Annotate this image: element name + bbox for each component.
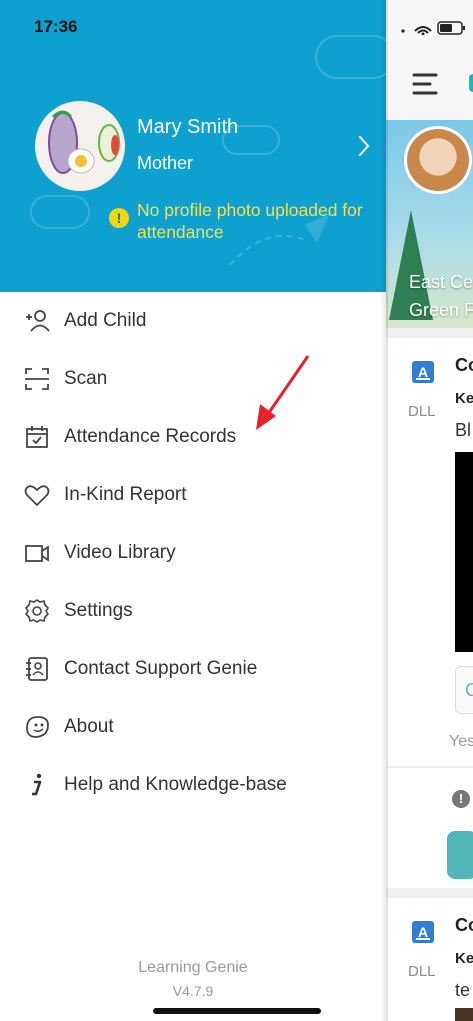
menu-item-video-library[interactable]: Video Library [0,524,386,582]
dll-tag: DLL [408,963,436,980]
profile-header: 17:36 Mary Smith Mother ! No profile pho… [0,0,386,292]
chevron-right-icon[interactable] [358,134,370,158]
status-time: 17:36 [34,17,78,36]
menu-item-scan[interactable]: Scan [0,350,386,408]
language-badge: A [412,361,434,383]
menu-item-settings[interactable]: Settings [0,582,386,640]
menu-label: In-Kind Report [64,484,187,505]
menu-label: Attendance Records [64,426,237,447]
scan-icon [25,368,49,390]
card-text: Bl [455,420,472,440]
tab-indicator [469,74,473,92]
child-avatar[interactable] [404,126,472,194]
dll-tag: DLL [408,403,436,420]
video-thumbnail[interactable] [455,452,473,652]
calendar-check-icon [26,426,48,448]
menu-item-add-child[interactable]: Add Child [0,292,386,350]
child-banner[interactable]: East Ce Green F [386,120,473,328]
heart-icon [24,485,50,506]
card-subtitle: Ke [455,390,473,407]
info-alert-icon: ! [452,790,470,808]
avatar[interactable] [35,101,125,191]
red-arrow-annotation [256,355,310,430]
profile-photo-warning[interactable]: No profile photo uploaded for attendance [137,199,377,243]
date-text: Yes [449,733,473,750]
media-thumbnail[interactable] [455,1008,473,1021]
menu-hamburger-icon[interactable] [412,72,438,96]
language-badge: A [412,921,434,943]
top-bar [386,0,473,120]
drawer-shadow [380,0,388,1021]
comment-letter: C [465,680,473,700]
info-italic-icon [32,773,42,796]
drawer-menu: Add Child Scan Attendance Records In-Kin… [0,292,386,814]
user-name[interactable]: Mary Smith [137,116,238,139]
card-subtitle: Ke [455,950,473,967]
menu-item-about[interactable]: About [0,698,386,756]
status-icons [401,21,465,35]
menu-item-contact-support[interactable]: Contact Support Genie [0,640,386,698]
menu-label: About [64,716,114,737]
menu-label: Video Library [64,542,176,563]
menu-item-in-kind-report[interactable]: In-Kind Report [0,466,386,524]
cloud-decoration [315,35,386,79]
contact-support-icon [26,657,48,681]
gear-icon [25,599,49,623]
card-title: Co [455,355,473,375]
card-text: te [455,980,471,1000]
drawing-avatar-icon [48,110,120,174]
menu-item-help[interactable]: Help and Knowledge-base [0,756,386,814]
menu-label: Add Child [64,310,147,331]
school-name-line2: Green F [409,300,473,320]
genie-face-icon [26,716,49,738]
video-camera-icon [25,545,49,562]
menu-item-attendance-records[interactable]: Attendance Records [0,408,386,466]
menu-label: Help and Knowledge-base [64,774,287,795]
action-button[interactable] [447,831,473,879]
menu-label: Contact Support Genie [64,658,258,679]
add-child-icon [26,310,50,332]
user-role: Mother [137,153,194,173]
home-indicator[interactable] [153,1008,321,1014]
card-title: Co [455,915,473,935]
app-version: V4.7.9 [172,983,214,999]
menu-label: Settings [64,600,133,621]
app-name: Learning Genie [138,959,248,976]
cloud-decoration [30,195,90,229]
navigation-drawer: 17:36 Mary Smith Mother ! No profile pho… [0,0,386,1021]
warning-icon: ! [109,208,129,228]
main-content-behind-drawer[interactable]: East Ce Green F A DLL Co Ke Bl C Yes ! A… [386,0,473,1021]
school-name-line1: East Ce [409,272,473,292]
menu-label: Scan [64,368,108,389]
